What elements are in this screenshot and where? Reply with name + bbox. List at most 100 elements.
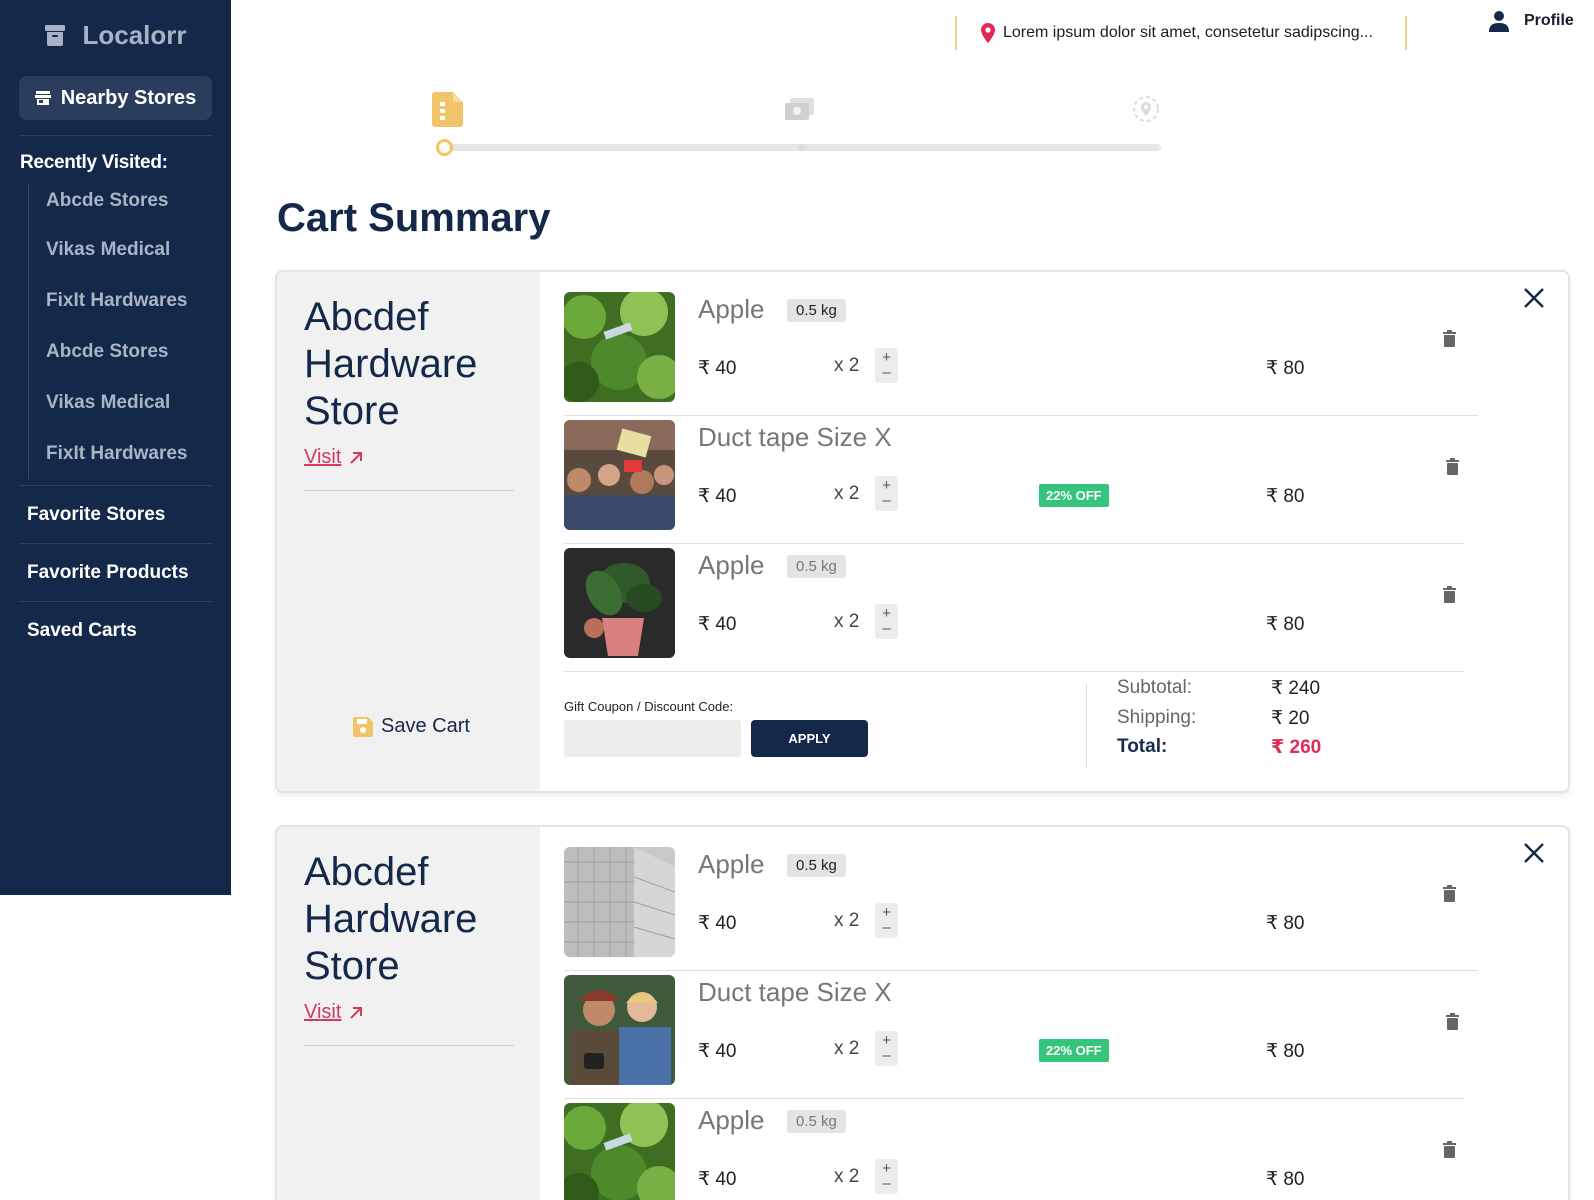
quantity-stepper[interactable]: + – (875, 604, 898, 639)
increment-button[interactable]: + (875, 905, 898, 920)
product-image[interactable] (564, 847, 675, 957)
quantity: x 2 (834, 1038, 860, 1059)
recent-store-link[interactable]: FixIt Hardwares (29, 428, 231, 479)
trash-icon[interactable] (1446, 458, 1459, 475)
decrement-button[interactable]: – (875, 621, 898, 636)
recent-store-link[interactable]: FixIt Hardwares (29, 275, 231, 326)
cart-item: Duct tape Size X ₹ 40 x 2 + – 22% OFF ₹ 8… (564, 400, 1479, 544)
arrow-up-right-icon (350, 451, 363, 464)
trash-icon[interactable] (1446, 1013, 1459, 1030)
decrement-button[interactable]: – (875, 493, 898, 508)
profile-label: Profile (1524, 12, 1574, 29)
recently-visited-title: Recently Visited: (20, 152, 168, 173)
store-panel: Abcdef Hardware Store Visit (277, 827, 540, 1200)
store-name: Abcdef Hardware Store (304, 295, 478, 433)
payment-icon[interactable] (785, 98, 815, 122)
cart-item: Apple 0.5 kg ₹ 40 x 2 + – ₹ 80 (564, 272, 1479, 416)
cart-item: Duct tape Size X ₹ 40 x 2 + – 22% OFF ₹ 8… (564, 955, 1479, 1099)
subtotal-value: ₹ 240 (1271, 678, 1321, 699)
sidebar-item-favorite-products[interactable]: Favorite Products (19, 543, 212, 601)
decrement-button[interactable]: – (875, 920, 898, 935)
recent-store-link[interactable]: Abcde Stores (29, 184, 231, 224)
quantity: x 2 (834, 1166, 860, 1187)
page-title: Cart Summary (277, 196, 551, 240)
product-image[interactable] (564, 1103, 675, 1200)
quantity-stepper[interactable]: + – (875, 1031, 898, 1066)
recent-store-link[interactable]: Abcde Stores (29, 326, 231, 377)
total-label: Total: (1117, 736, 1168, 757)
sidebar-item-favorite-stores[interactable]: Favorite Stores (19, 485, 212, 543)
unit-price: ₹ 40 (698, 358, 737, 379)
save-cart-button[interactable]: Save Cart (353, 715, 470, 738)
location-icon[interactable] (1132, 95, 1160, 123)
product-name: Apple (698, 550, 765, 580)
profile-button[interactable]: Profile (1488, 10, 1574, 32)
product-name: Duct tape Size X (698, 422, 892, 452)
cart-card: Abcdef Hardware Store Visit Apple 0.5 kg… (275, 825, 1570, 1200)
visit-store-link[interactable]: Visit (304, 446, 363, 469)
decrement-button[interactable]: – (875, 1176, 898, 1191)
total-value: ₹ 260 (1271, 737, 1322, 758)
subtotal-label: Subtotal: (1117, 677, 1192, 698)
trash-icon[interactable] (1443, 586, 1456, 603)
cart-item: Apple 0.5 kg ₹ 40 x 2 + – ₹ 80 (564, 528, 1479, 672)
increment-button[interactable]: + (875, 478, 898, 493)
unit-price: ₹ 40 (698, 486, 737, 507)
line-total: ₹ 80 (1266, 913, 1305, 934)
product-image[interactable] (564, 975, 675, 1085)
location-selector[interactable]: Lorem ipsum dolor sit amet, consetetur s… (955, 16, 1407, 50)
line-total: ₹ 80 (1266, 358, 1305, 379)
trash-icon[interactable] (1443, 885, 1456, 902)
trash-icon[interactable] (1443, 1141, 1456, 1158)
increment-button[interactable]: + (875, 606, 898, 621)
discount-badge: 22% OFF (1039, 484, 1109, 507)
product-image[interactable] (564, 420, 675, 530)
archive-icon (45, 25, 66, 46)
increment-button[interactable]: + (875, 1161, 898, 1176)
quantity-stepper[interactable]: + – (875, 903, 898, 938)
store-divider (304, 1045, 514, 1046)
nearby-stores-label: Nearby Stores (60, 86, 197, 109)
weight-badge: 0.5 kg (787, 854, 846, 877)
store-name: Abcdef Hardware Store (304, 850, 478, 988)
visit-store-link[interactable]: Visit (304, 1001, 363, 1024)
product-image[interactable] (564, 548, 675, 658)
recent-store-link[interactable]: Vikas Medical (29, 224, 231, 275)
weight-badge: 0.5 kg (787, 1110, 846, 1133)
line-total: ₹ 80 (1266, 1169, 1305, 1190)
trash-icon[interactable] (1443, 330, 1456, 347)
line-total: ₹ 80 (1266, 1041, 1305, 1062)
recently-visited-list: Abcde Stores Vikas Medical FixIt Hardwar… (28, 184, 231, 479)
quantity-stepper[interactable]: + – (875, 348, 898, 383)
visit-label: Visit (304, 446, 342, 468)
quantity: x 2 (834, 910, 860, 931)
cart-item: Apple 0.5 kg ₹ 40 x 2 + – ₹ 80 (564, 827, 1479, 971)
decrement-button[interactable]: – (875, 1048, 898, 1063)
decrement-button[interactable]: – (875, 365, 898, 380)
product-name: Apple (698, 849, 765, 879)
product-image[interactable] (564, 292, 675, 402)
coupon-input[interactable] (564, 720, 741, 757)
unit-price: ₹ 40 (698, 1169, 737, 1190)
cart-icon[interactable] (431, 90, 467, 128)
sidebar: Localorr Nearby Stores Recently Visited:… (0, 0, 231, 895)
quantity-stepper[interactable]: + – (875, 476, 898, 511)
product-name: Apple (698, 1105, 765, 1135)
increment-button[interactable]: + (875, 350, 898, 365)
quantity: x 2 (834, 483, 860, 504)
weight-badge: 0.5 kg (787, 299, 846, 322)
sidebar-item-saved-carts[interactable]: Saved Carts (19, 601, 212, 659)
line-total: ₹ 80 (1266, 486, 1305, 507)
nearby-stores-button[interactable]: Nearby Stores (19, 76, 212, 120)
user-icon (1489, 11, 1509, 32)
shipping-label: Shipping: (1117, 707, 1197, 728)
recent-store-link[interactable]: Vikas Medical (29, 377, 231, 428)
save-cart-label: Save Cart (381, 715, 470, 737)
increment-button[interactable]: + (875, 1033, 898, 1048)
close-icon[interactable] (1522, 286, 1546, 310)
shipping-value: ₹ 20 (1271, 708, 1310, 729)
quantity-stepper[interactable]: + – (875, 1159, 898, 1194)
apply-coupon-button[interactable]: APPLY (751, 720, 868, 757)
close-icon[interactable] (1522, 841, 1546, 865)
brand[interactable]: Localorr (0, 0, 231, 70)
